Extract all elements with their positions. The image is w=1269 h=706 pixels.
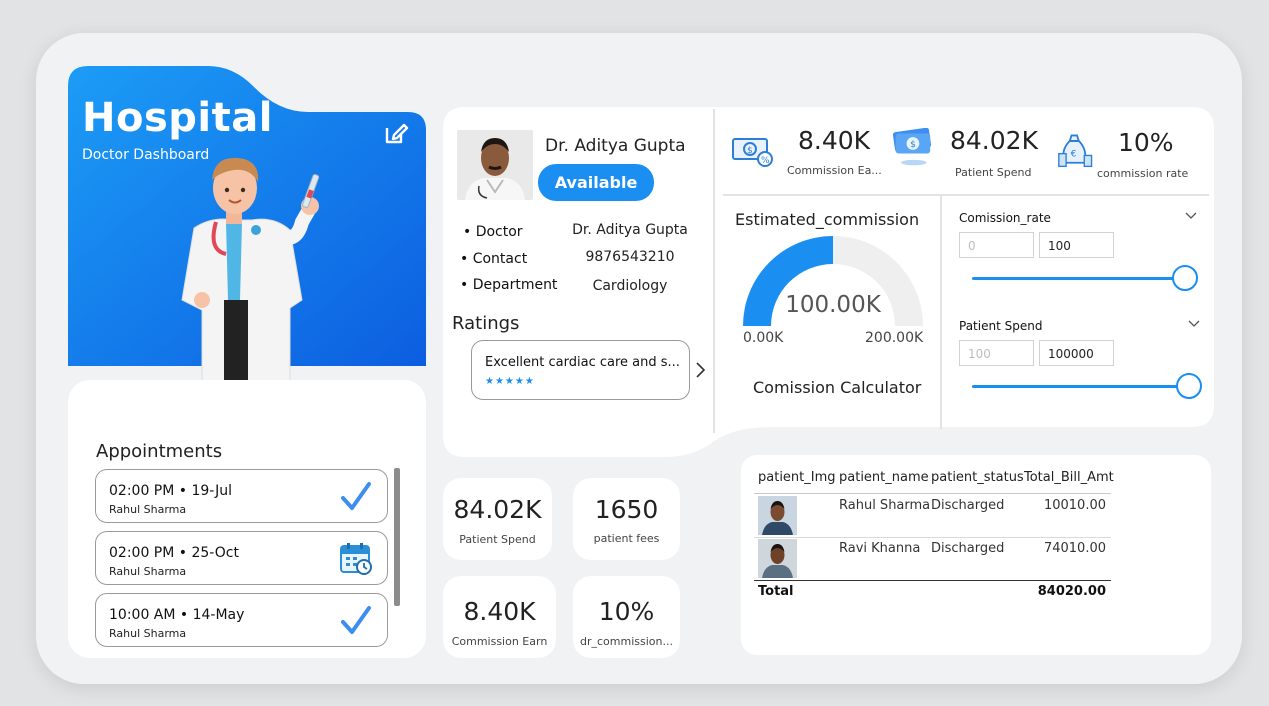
svg-text:€: € xyxy=(1071,149,1077,159)
slider-commission-rate-min-input[interactable]: 0 xyxy=(959,232,1034,258)
patient-photo xyxy=(758,496,797,535)
patient-name-cell: Rahul Sharma xyxy=(839,498,931,513)
svg-text:$: $ xyxy=(747,146,753,156)
info-label-contact: • Contact xyxy=(460,251,528,267)
chevron-right-icon[interactable] xyxy=(694,361,706,379)
kpi-label: Commission Earn xyxy=(451,635,548,648)
ratings-title: Ratings xyxy=(452,313,520,334)
table-header[interactable]: Total_Bill_Amt xyxy=(1024,470,1114,485)
kpi-commission-earned-label: Commission Ea... xyxy=(787,164,882,177)
slider-patient-spend-min-input[interactable]: 100 xyxy=(959,340,1034,366)
table-header[interactable]: patient_name xyxy=(839,470,929,485)
slider-commission-rate-thumb[interactable] xyxy=(1172,265,1198,291)
info-value-doctor: Dr. Aditya Gupta xyxy=(572,222,688,238)
gauge-min-label: 0.00K xyxy=(743,330,784,346)
gauge-value-label: 100.00K xyxy=(785,292,881,318)
svg-text:$: $ xyxy=(910,140,916,150)
kpi-card-dr-commission: 10% dr_commission... xyxy=(573,576,680,658)
slider-patient-spend-track[interactable] xyxy=(972,385,1188,388)
table-total-divider xyxy=(754,580,1111,581)
kpi-value: 84.02K xyxy=(453,495,542,524)
bill-amount-cell: 74010.00 xyxy=(1043,541,1106,556)
gauge-title: Estimated_commission xyxy=(735,210,920,229)
patient-status-cell: Discharged xyxy=(931,498,1005,513)
slider-commission-rate-max-input[interactable]: 100 xyxy=(1039,232,1114,258)
table-header[interactable]: patient_Img xyxy=(758,470,836,485)
doctor-name: Dr. Aditya Gupta xyxy=(545,136,686,156)
appointment-patient: Rahul Sharma xyxy=(109,503,187,516)
available-status-button[interactable]: Available xyxy=(538,164,654,201)
edit-icon[interactable] xyxy=(383,120,409,146)
appointment-patient: Rahul Sharma xyxy=(109,627,187,640)
svg-text:%: % xyxy=(761,156,770,166)
patient-photo xyxy=(758,539,797,578)
kpi-value: 10% xyxy=(598,597,655,626)
appointment-item[interactable]: 10:00 AM • 14-May Rahul Sharma xyxy=(95,593,388,647)
money-bags-icon: € xyxy=(1058,134,1093,168)
kpi-patient-spend-label: Patient Spend xyxy=(955,166,1032,179)
kpi-commission-rate-value: 10% xyxy=(1118,128,1174,157)
table-total-amount: 84020.00 xyxy=(1037,584,1106,599)
appointment-time: 02:00 PM • 25-Oct xyxy=(109,545,239,561)
review-text: Excellent cardiac care and s... xyxy=(485,355,680,370)
doctor-illustration xyxy=(181,157,320,390)
hero-title: Hospital xyxy=(82,95,273,141)
table-header-divider xyxy=(754,493,1111,494)
kpi-card-patient-fees: 1650 patient fees xyxy=(573,478,680,560)
patient-status-cell: Discharged xyxy=(931,541,1005,556)
table-header[interactable]: patient_status xyxy=(931,470,1024,485)
kpi-label: dr_commission... xyxy=(580,635,673,648)
kpi-patient-spend-value: 84.02K xyxy=(950,126,1038,155)
kpi-label: Patient Spend xyxy=(459,533,536,546)
commission-money-icon: $ % xyxy=(732,138,773,167)
chevron-down-icon[interactable] xyxy=(1185,212,1197,220)
chevron-down-icon[interactable] xyxy=(1188,320,1200,328)
slider-patient-spend-thumb[interactable] xyxy=(1176,373,1202,399)
calendar-clock-icon xyxy=(340,543,372,575)
checkmark-icon xyxy=(341,606,371,634)
commission-calculator-title: Comission Calculator xyxy=(753,378,922,397)
kpi-value: 8.40K xyxy=(463,597,536,626)
info-label-doctor: • Doctor xyxy=(463,224,523,240)
appointment-item[interactable]: 02:00 PM • 25-Oct Rahul Sharma xyxy=(95,531,388,585)
info-label-department: • Department xyxy=(460,277,558,293)
kpi-commission-earned-value: 8.40K xyxy=(798,126,871,155)
review-stars: ★★★★★ xyxy=(485,376,535,387)
patient-name-cell: Ravi Khanna xyxy=(839,541,921,556)
cash-stack-icon: $ xyxy=(892,128,932,166)
doctor-photo xyxy=(457,130,533,200)
slider-commission-rate-track[interactable] xyxy=(972,277,1184,280)
table-row-divider xyxy=(754,537,1111,538)
appointment-time: 10:00 AM • 14-May xyxy=(109,607,245,623)
appointment-patient: Rahul Sharma xyxy=(109,565,187,578)
kpi-label: patient fees xyxy=(593,532,660,545)
kpi-card-patient-spend: 84.02K Patient Spend xyxy=(443,478,552,560)
kpi-commission-rate-label: commission rate xyxy=(1097,167,1189,180)
appointments-title: Appointments xyxy=(96,441,223,462)
slider-patient-spend-title: Patient Spend xyxy=(959,319,1043,333)
appointment-item[interactable]: 02:00 PM • 19-Jul Rahul Sharma xyxy=(95,469,388,523)
bill-amount-cell: 10010.00 xyxy=(1043,498,1106,513)
review-card[interactable]: Excellent cardiac care and s... ★★★★★ xyxy=(471,340,690,400)
slider-patient-spend-max-input[interactable]: 100000 xyxy=(1039,340,1114,366)
info-value-contact: 9876543210 xyxy=(585,249,675,265)
appointment-time: 02:00 PM • 19-Jul xyxy=(109,483,233,499)
kpi-value: 1650 xyxy=(594,495,659,524)
slider-commission-rate-title: Comission_rate xyxy=(959,211,1051,225)
gauge-max-label: 200.00K xyxy=(865,330,924,346)
info-value-department: Cardiology xyxy=(592,278,668,294)
checkmark-icon xyxy=(341,482,371,510)
table-total-label: Total xyxy=(758,584,794,599)
kpi-card-commission-earn: 8.40K Commission Earn xyxy=(443,576,556,658)
appointments-scrollbar[interactable] xyxy=(394,468,400,606)
